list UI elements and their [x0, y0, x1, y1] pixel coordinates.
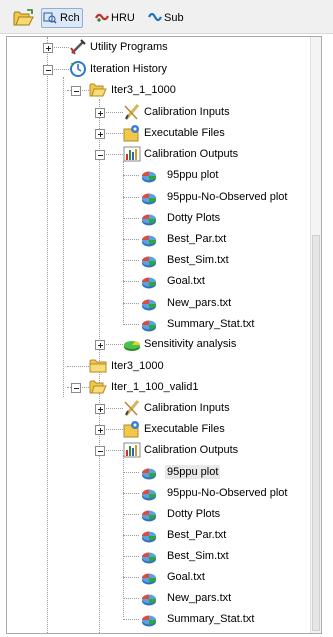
tree-item-sensitivity-analysis[interactable]: Sensitivity analysis [142, 337, 238, 351]
open-folder-icon [89, 81, 107, 99]
pie-chart-icon [140, 167, 158, 185]
open-folder-icon [89, 378, 107, 396]
tree-item-calibration-inputs[interactable]: Calibration Inputs [142, 105, 232, 119]
toolbar: Rch HRU Sub [0, 0, 333, 34]
tree-item-output-selected[interactable]: 95ppu plot [165, 465, 221, 479]
hru-icon [95, 11, 109, 24]
pie-chart-icon [140, 527, 158, 545]
tree-item-output[interactable]: Best_Par.txt [165, 232, 228, 246]
chart-folder-icon [123, 441, 141, 459]
tree-item-output[interactable]: Dotty Plots [165, 507, 222, 521]
project-tree-panel: Utility Programs Iteration History Iter3… [6, 36, 322, 634]
collapse-toggle[interactable] [71, 383, 81, 393]
tree-item-output[interactable]: Goal.txt [165, 570, 207, 584]
expand-toggle[interactable] [95, 340, 105, 350]
rch-button[interactable]: Rch [41, 8, 83, 28]
calibration-inputs-icon [123, 399, 141, 417]
tree-item-utility-programs[interactable]: Utility Programs [88, 40, 170, 54]
tree-item-calibration-outputs[interactable]: Calibration Outputs [142, 147, 240, 161]
expand-toggle[interactable] [95, 404, 105, 414]
tree-item-output[interactable]: Best_Sim.txt [165, 549, 231, 563]
tools-icon [69, 38, 87, 56]
expand-toggle[interactable] [95, 129, 105, 139]
sub-label: Sub [164, 12, 184, 24]
folder-icon [89, 357, 107, 375]
tree-item-iteration-history[interactable]: Iteration History [88, 62, 169, 76]
sensitivity-icon [123, 335, 141, 353]
pie-chart-icon [140, 485, 158, 503]
subbasin-icon [148, 11, 162, 24]
tree-item-output[interactable]: Best_Par.txt [165, 528, 228, 542]
tree-item-calibration-outputs[interactable]: Calibration Outputs [142, 443, 240, 457]
tree-item-output[interactable]: New_pars.txt [165, 296, 233, 310]
history-clock-icon [69, 60, 87, 78]
expand-toggle[interactable] [95, 108, 105, 118]
pie-chart-icon [140, 611, 158, 629]
tree-item-output[interactable]: Dotty Plots [165, 211, 222, 225]
executable-files-icon [123, 420, 141, 438]
scrollbar-thumb[interactable] [312, 235, 320, 631]
executable-files-icon [123, 124, 141, 142]
tree-item-executable-files[interactable]: Executable Files [142, 422, 227, 436]
tree-item-output[interactable]: 95ppu-No-Observed plot [165, 190, 289, 204]
hru-label: HRU [111, 12, 135, 24]
tree-item-output[interactable]: Best_Sim.txt [165, 253, 231, 267]
chart-folder-icon [123, 145, 141, 163]
sub-button[interactable]: Sub [146, 8, 188, 28]
reach-icon [43, 11, 57, 24]
tree-item-output[interactable]: Goal.txt [165, 274, 207, 288]
pie-chart-icon [140, 590, 158, 608]
tree-item-output[interactable]: Summary_Stat.txt [165, 317, 256, 331]
tree-item-executable-files[interactable]: Executable Files [142, 126, 227, 140]
tree-item-output[interactable]: 95ppu plot [165, 168, 220, 182]
pie-chart-icon [140, 316, 158, 334]
pie-chart-icon [140, 252, 158, 270]
tree-item-iter3-1-1000[interactable]: Iter3_1_1000 [109, 83, 178, 97]
collapse-toggle[interactable] [43, 65, 53, 75]
expand-toggle[interactable] [43, 43, 53, 53]
rch-label: Rch [60, 12, 80, 24]
tree-guide-line [47, 37, 48, 633]
calibration-inputs-icon [123, 103, 141, 121]
vertical-scrollbar[interactable] [310, 37, 321, 633]
hru-button[interactable]: HRU [93, 8, 137, 28]
expand-toggle[interactable] [95, 425, 105, 435]
tree-item-calibration-inputs[interactable]: Calibration Inputs [142, 401, 232, 415]
project-tree: Utility Programs Iteration History Iter3… [7, 37, 312, 633]
pie-chart-icon [140, 295, 158, 313]
collapse-toggle[interactable] [95, 150, 105, 160]
pie-chart-icon [140, 506, 158, 524]
pie-chart-icon [140, 464, 158, 482]
tree-item-iter-1-100-valid1[interactable]: Iter_1_100_valid1 [109, 380, 200, 394]
pie-chart-icon [140, 231, 158, 249]
tree-item-output[interactable]: 95ppu-No-Observed plot [165, 486, 289, 500]
tree-item-iter3-1000[interactable]: Iter3_1000 [109, 359, 166, 373]
pie-chart-icon [140, 273, 158, 291]
tree-item-output[interactable]: Summary_Stat.txt [165, 612, 256, 626]
pie-chart-icon [140, 189, 158, 207]
pie-chart-icon [140, 569, 158, 587]
pie-chart-icon [140, 210, 158, 228]
tree-item-output[interactable]: New_pars.txt [165, 591, 233, 605]
collapse-toggle[interactable] [71, 86, 81, 96]
collapse-toggle[interactable] [95, 446, 105, 456]
pie-chart-icon [140, 548, 158, 566]
open-folder-icon[interactable] [13, 9, 35, 27]
